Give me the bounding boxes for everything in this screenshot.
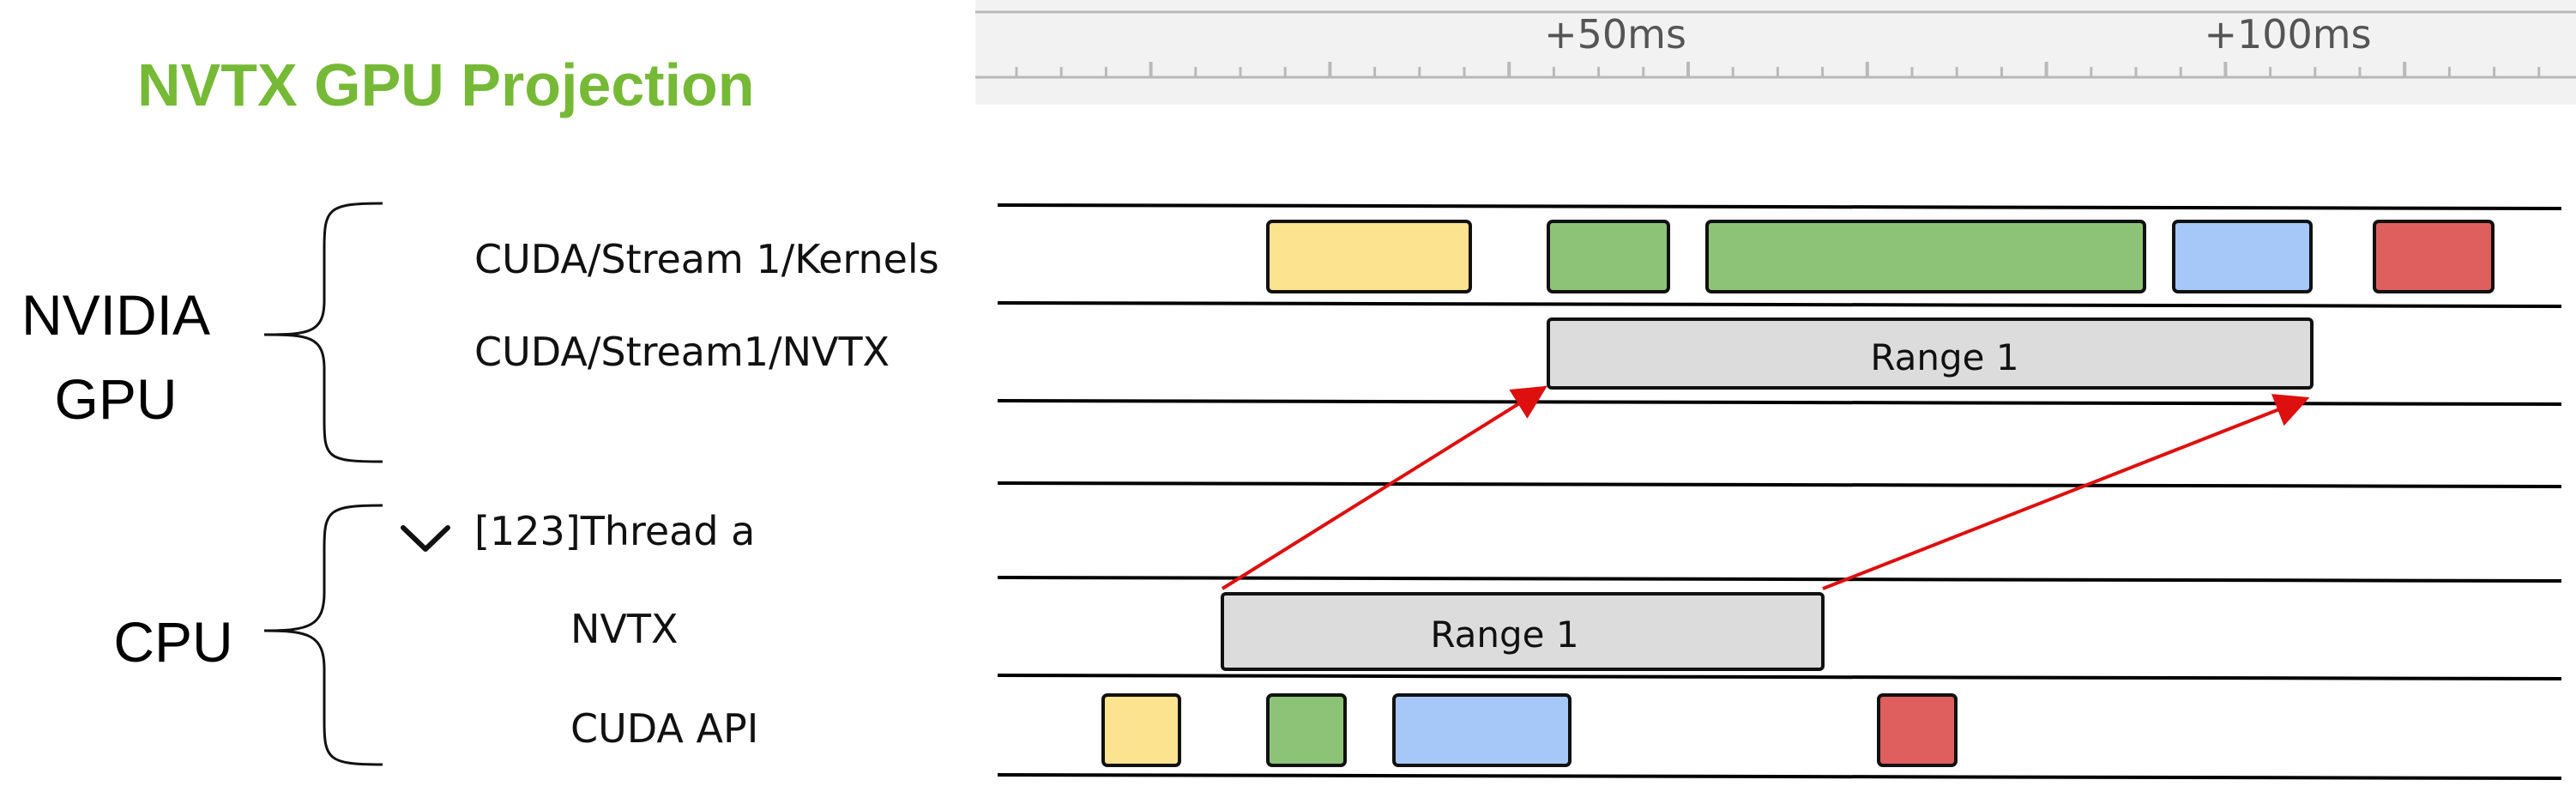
tick-label-100ms: +100ms — [2204, 11, 2371, 57]
row-separator — [997, 203, 2562, 210]
row-separator — [997, 773, 2562, 780]
nvtx-projection-diagram: NVTX GPU Projection +50ms +100ms NVIDIA … — [0, 0, 2576, 792]
gpu-nvtx-range[interactable]: Range 1 — [1547, 317, 2314, 390]
track-label-cpu-nvtx: NVTX — [570, 606, 679, 652]
api-block-red[interactable] — [1877, 693, 1958, 767]
group-label-gpu-line1: NVIDIA — [21, 283, 210, 347]
api-block-blue[interactable] — [1392, 693, 1572, 767]
range-label: Range 1 — [1430, 614, 1578, 656]
group-label-gpu-line2: GPU — [54, 367, 177, 431]
kernel-block-red[interactable] — [2373, 220, 2495, 293]
cpu-nvtx-range[interactable]: Range 1 — [1221, 592, 1825, 671]
page-title: NVTX GPU Projection — [137, 51, 755, 118]
kernel-block-green[interactable] — [1705, 220, 2146, 293]
arrow-icon — [1221, 385, 1547, 590]
row-separator — [997, 576, 2562, 583]
kernels-track-blocks — [1266, 220, 2495, 293]
row-separator — [997, 399, 2562, 406]
row-separator — [997, 674, 2562, 680]
cuda-api-track-blocks — [1101, 693, 1958, 767]
kernel-block-yellow[interactable] — [1266, 220, 1472, 293]
row-separator — [997, 481, 2562, 488]
track-label-stream-nvtx: CUDA/Stream1/NVTX — [474, 329, 890, 375]
api-block-green[interactable] — [1266, 693, 1347, 767]
timeline-ruler: +50ms +100ms — [975, 0, 2576, 105]
chevron-down-icon[interactable] — [401, 525, 450, 552]
track-label-kernels: CUDA/Stream 1/Kernels — [474, 236, 939, 282]
group-label-cpu: CPU — [113, 610, 232, 674]
kernel-block-blue[interactable] — [2172, 220, 2313, 293]
projection-arrows — [1221, 385, 2310, 590]
tick-label-50ms: +50ms — [1544, 11, 1686, 57]
api-block-yellow[interactable] — [1101, 693, 1181, 767]
arrow-icon — [1822, 394, 2310, 590]
track-label-cuda-api: CUDA API — [570, 705, 758, 752]
track-label-thread: [123]Thread a — [474, 508, 755, 554]
kernel-block-green[interactable] — [1547, 220, 1670, 293]
range-label: Range 1 — [1870, 336, 2018, 378]
brace-icon — [263, 202, 383, 463]
brace-icon — [263, 504, 383, 766]
row-separator — [997, 301, 2562, 308]
